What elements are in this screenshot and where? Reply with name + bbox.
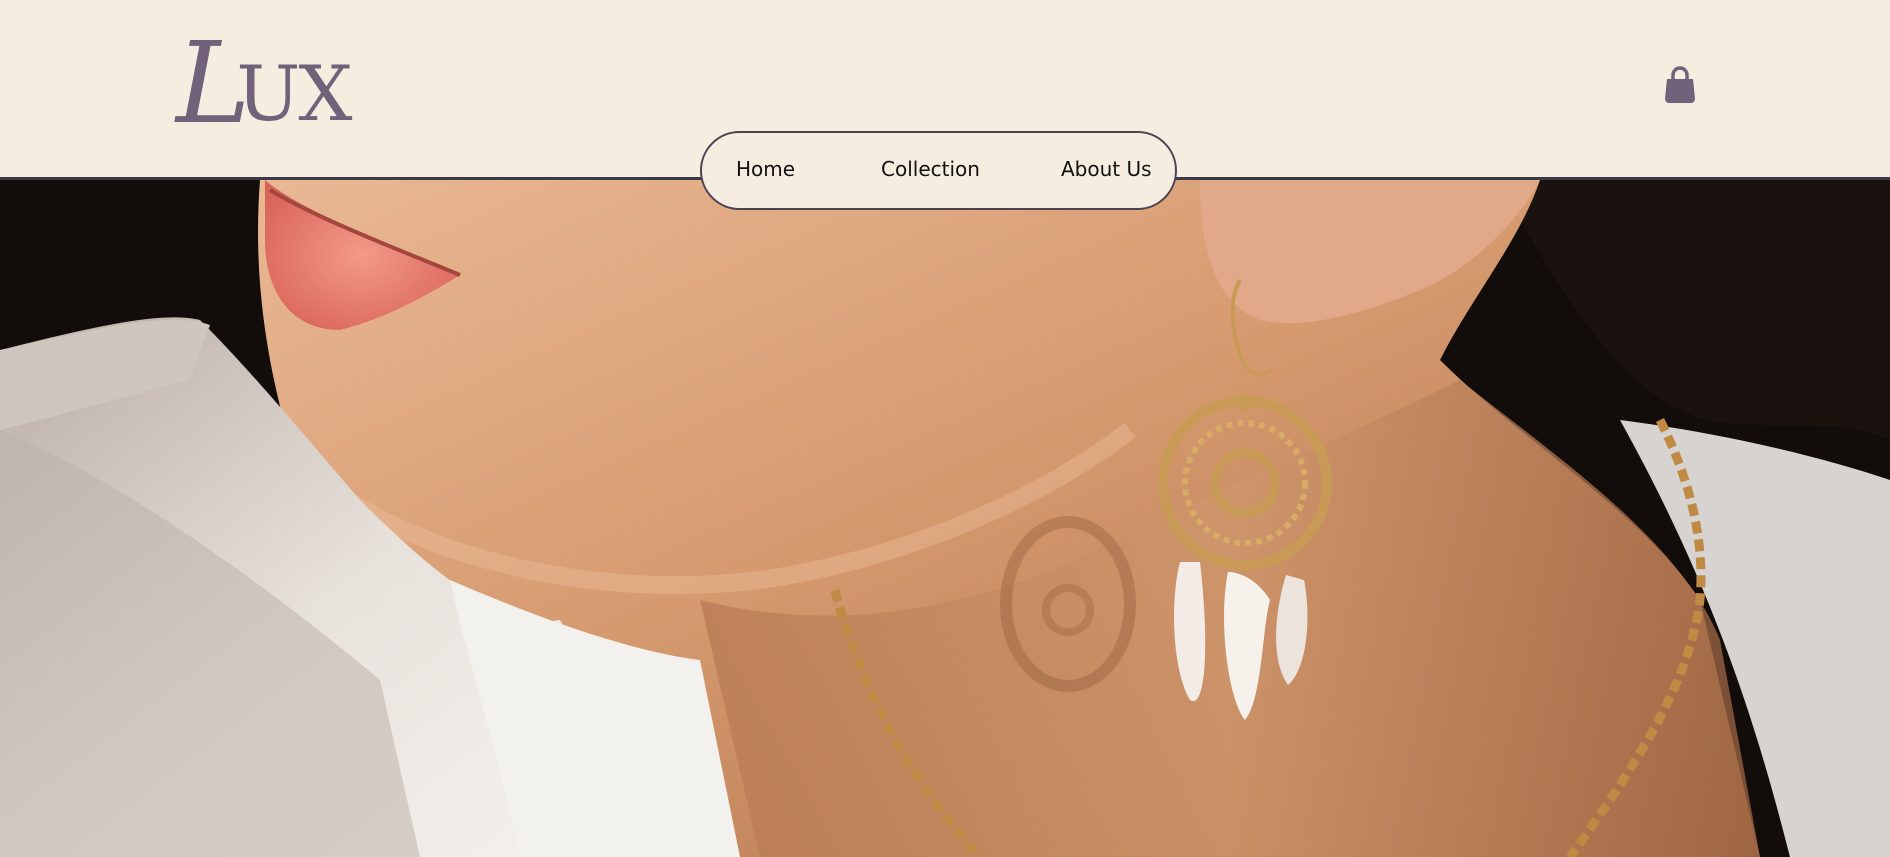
nav-home[interactable]: Home [736, 157, 795, 181]
hero-image [0, 180, 1890, 857]
logo-letters-ux: UX [236, 49, 352, 138]
nav-collection[interactable]: Collection [881, 157, 980, 181]
brand-logo[interactable]: L UX [176, 19, 353, 149]
cart-button[interactable] [1663, 66, 1697, 104]
main-nav: Home Collection About Us [700, 131, 1177, 210]
shopping-bag-icon [1665, 66, 1695, 103]
nav-about-us[interactable]: About Us [1061, 157, 1152, 181]
hero-photo [0, 180, 1890, 857]
logo-letter-l: L [176, 19, 250, 149]
